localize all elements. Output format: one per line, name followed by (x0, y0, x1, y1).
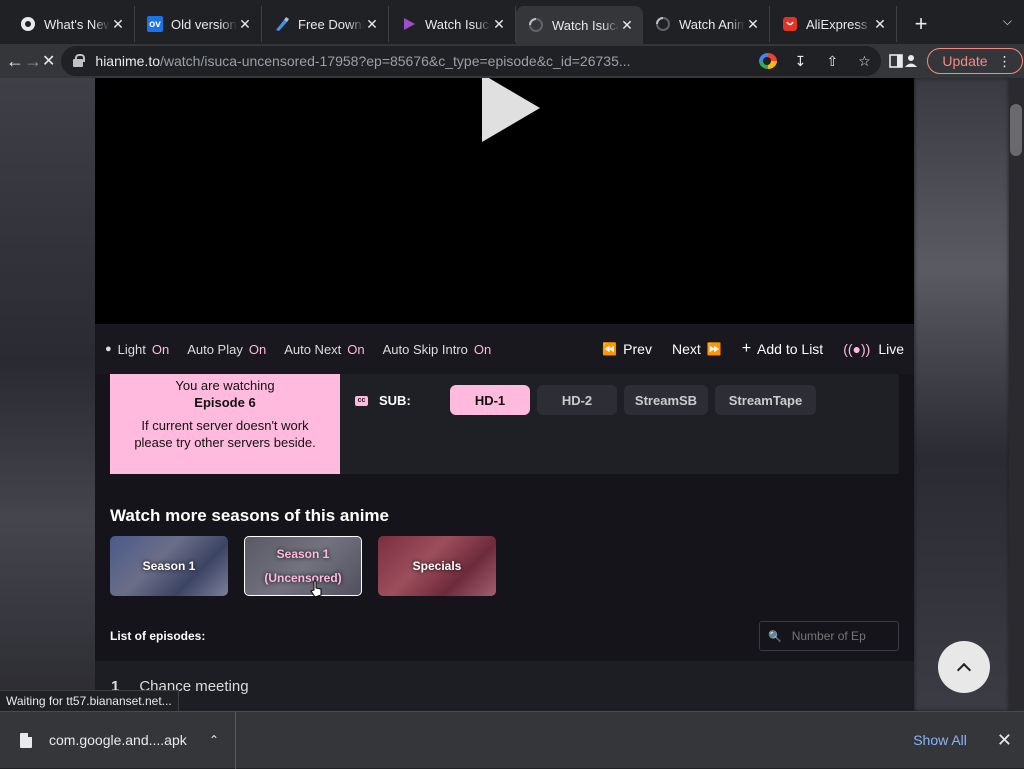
stop-loading-icon[interactable]: ✕ (42, 47, 55, 75)
tab-watch-isuca-1[interactable]: Watch Isuca ✕ (389, 6, 516, 42)
prev-episode-button[interactable]: ⏪ Prev (602, 341, 652, 357)
now-watching-notice: You are watching Episode 6 If current se… (110, 374, 340, 474)
tab-title: Watch Isuca (425, 16, 491, 32)
tab-whats-new[interactable]: What's New ✕ (8, 6, 135, 42)
server-streamtape-button[interactable]: StreamTape (715, 385, 816, 415)
status-bubble: Waiting for tt57.biananset.net... (0, 690, 179, 711)
more-vert-icon[interactable]: ⋮ (998, 53, 1012, 70)
background-right (914, 78, 1009, 711)
scrollbar-thumb[interactable] (1010, 104, 1022, 156)
episode-search[interactable]: 🔍 (759, 621, 899, 651)
watch-content: ● Light On Auto Play On Auto Next On Aut… (95, 78, 914, 711)
tab-watch-anime[interactable]: Watch Anime ✕ (643, 6, 770, 42)
autoskip-intro-toggle[interactable]: Auto Skip Intro On (383, 342, 492, 357)
side-panel-icon[interactable] (889, 47, 904, 75)
google-icon[interactable] (759, 53, 778, 69)
profile-icon[interactable] (903, 47, 919, 75)
tab-title: What's New (44, 16, 110, 32)
close-icon[interactable]: ✕ (491, 16, 507, 32)
close-icon[interactable]: ✕ (872, 16, 888, 32)
tab-title: Watch Isuca (552, 17, 619, 33)
live-button[interactable]: ((●)) Live (843, 341, 904, 357)
current-episode: Episode 6 (194, 395, 256, 410)
autonext-toggle[interactable]: Auto Next On (284, 342, 364, 357)
seasons-heading: Watch more seasons of this anime (110, 506, 389, 525)
season-card-specials[interactable]: Specials (378, 536, 496, 596)
add-to-list-button[interactable]: + Add to List (742, 340, 824, 358)
aliexpress-icon (782, 16, 798, 32)
tab-old-versions[interactable]: ov Old versions ✕ (135, 6, 262, 42)
background-left (0, 78, 95, 711)
close-icon[interactable]: ✕ (997, 730, 1012, 751)
season-card-uncensored[interactable]: Season 1 (Uncensored) (244, 536, 362, 596)
download-shelf: com.google.and....apk ⌃ Show All ✕ (0, 711, 1024, 769)
download-filename: com.google.and....apk (49, 732, 187, 748)
share-icon[interactable]: ⇧ (823, 53, 841, 70)
episode-number-input[interactable] (791, 629, 892, 643)
server-note: If current server doesn't work please tr… (134, 418, 316, 450)
chevron-up-icon[interactable]: ⌃ (209, 733, 219, 747)
tab-title: Watch Anime (679, 16, 745, 32)
close-icon[interactable]: ✕ (364, 16, 380, 32)
address-bar[interactable]: hianime.to/watch/isuca-uncensored-17958?… (61, 46, 882, 76)
tab-title: Free Download (298, 16, 364, 32)
download-item[interactable]: com.google.and....apk ⌃ (0, 711, 236, 769)
pen-icon (274, 16, 290, 32)
close-icon[interactable]: ✕ (619, 17, 635, 33)
close-icon[interactable]: ✕ (237, 16, 253, 32)
close-icon[interactable]: ✕ (110, 16, 126, 32)
tab-aliexpress[interactable]: AliExpress ✕ (770, 6, 897, 42)
tab-strip: What's New ✕ ov Old versions ✕ Free Down… (0, 0, 1024, 44)
tab-search-chevron-icon[interactable]: ⌵ (1003, 14, 1012, 29)
watching-label: You are watching (175, 378, 275, 393)
back-arrow-icon[interactable]: ← (6, 47, 24, 75)
fast-forward-icon: ⏩ (706, 342, 722, 356)
plus-icon: + (741, 340, 752, 357)
broadcast-icon: ((●)) (843, 341, 871, 357)
scroll-to-top-button[interactable] (938, 641, 990, 693)
lock-icon[interactable] (73, 54, 86, 68)
browser-toolbar: ← → ✕ hianime.to/watch/isuca-uncensored-… (0, 44, 1024, 78)
tab-title: AliExpress (806, 16, 868, 32)
new-tab-button[interactable]: + (907, 6, 935, 42)
forward-arrow-icon[interactable]: → (24, 47, 42, 75)
play-icon[interactable] (482, 78, 540, 142)
episode-row[interactable]: 1 Chance meeting (95, 661, 914, 711)
cc-icon: cc (355, 395, 368, 406)
next-episode-button[interactable]: Next ⏩ (672, 341, 722, 357)
play-icon (401, 16, 417, 32)
autoplay-toggle[interactable]: Auto Play On (187, 342, 266, 357)
tab-watch-isuca-active[interactable]: Watch Isuca ✕ (516, 6, 643, 44)
close-icon[interactable]: ✕ (745, 16, 761, 32)
tab-free-download[interactable]: Free Download ✕ (262, 6, 389, 42)
chrome-icon (20, 16, 36, 32)
server-panel: You are watching Episode 6 If current se… (110, 374, 899, 474)
loading-icon (528, 17, 544, 33)
server-streamsb-button[interactable]: StreamSB (624, 385, 708, 415)
update-button[interactable]: Update ⋮ (927, 48, 1023, 74)
file-icon (20, 732, 32, 748)
tab-title: Old versions (171, 16, 237, 32)
show-all-downloads-link[interactable]: Show All (913, 732, 967, 748)
rewind-icon: ⏪ (602, 342, 618, 356)
video-player[interactable] (95, 78, 914, 324)
light-toggle[interactable]: ● Light On (105, 342, 169, 357)
server-hd2-button[interactable]: HD-2 (537, 385, 617, 415)
episode-list-label: List of episodes: (110, 629, 206, 643)
page-viewport: ● Light On Auto Play On Auto Next On Aut… (0, 78, 1009, 711)
bookmark-star-icon[interactable]: ☆ (855, 53, 873, 70)
sub-label: cc SUB: (355, 393, 411, 408)
search-icon: 🔍 (768, 630, 782, 643)
server-hd1-button[interactable]: HD-1 (450, 385, 530, 415)
season-card-season-1[interactable]: Season 1 (110, 536, 228, 596)
loading-icon (655, 16, 671, 32)
lightbulb-icon: ● (105, 343, 112, 355)
page-scrollbar[interactable] (1009, 78, 1024, 711)
ov-icon: ov (147, 16, 163, 32)
chevron-up-icon (956, 662, 972, 677)
url-text[interactable]: hianime.to/watch/isuca-uncensored-17958?… (95, 53, 751, 69)
install-app-icon[interactable]: ↧ (791, 53, 809, 70)
player-controls: ● Light On Auto Play On Auto Next On Aut… (95, 324, 914, 374)
